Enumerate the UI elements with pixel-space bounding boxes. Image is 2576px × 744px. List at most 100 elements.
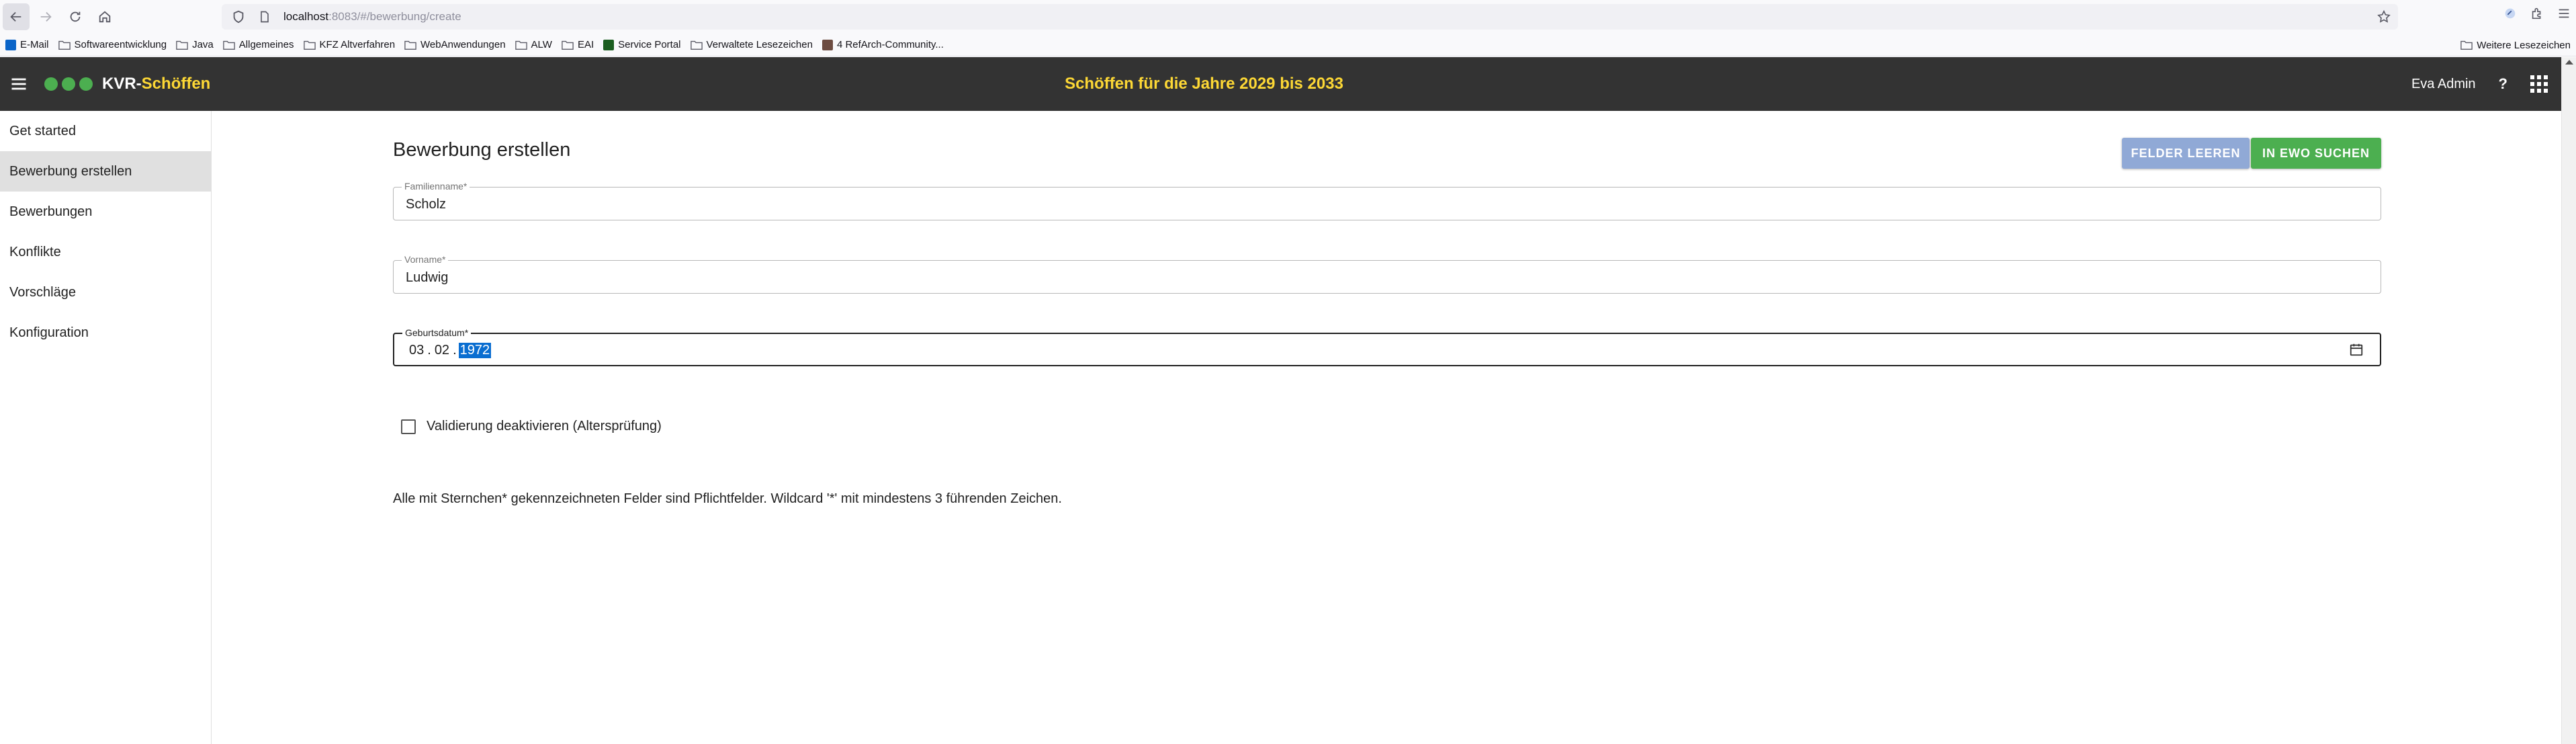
disable-validation-checkbox[interactable] [401, 419, 416, 434]
bookmark-label: Service Portal [618, 39, 681, 50]
disable-validation-option[interactable]: Validierung deaktivieren (Altersprüfung) [401, 419, 662, 434]
forward-button[interactable] [32, 3, 59, 30]
bookmark-label: Softwareentwicklung [74, 39, 167, 50]
bookmark-item[interactable]: Verwaltete Lesezeichen [690, 39, 813, 50]
folder-icon [58, 40, 71, 50]
header-actions: Eva Admin ? [2411, 75, 2548, 93]
bookmarks-bar: E-Mail Softwareentwicklung Java Allgemeines… [0, 34, 2576, 56]
reload-icon [70, 11, 81, 22]
folder-icon [404, 40, 416, 50]
url-path: :8083/#/bewerbung/create [328, 10, 461, 23]
bookmark-item[interactable]: Allgemeines [223, 39, 294, 50]
familienname-field[interactable]: Familienname* Scholz [393, 181, 2381, 220]
bookmark-item[interactable]: Softwareentwicklung [58, 39, 167, 50]
folder-icon [515, 40, 527, 50]
sidebar-item-label: Konfiguration [9, 325, 89, 340]
folder-icon [562, 40, 574, 50]
shield-icon [233, 10, 244, 24]
familienname-label: Familienname* [402, 181, 470, 192]
folder-icon [223, 40, 235, 50]
date-separator: . [453, 343, 457, 358]
bookmark-item[interactable]: E-Mail [5, 39, 49, 50]
extension-icon[interactable] [2502, 5, 2518, 22]
bookmark-item[interactable]: WebAnwendungen [404, 39, 506, 50]
other-bookmarks[interactable]: Weitere Lesezeichen [2460, 34, 2571, 56]
vorname-value: Ludwig [406, 270, 449, 285]
folder-icon [303, 40, 316, 50]
help-button[interactable]: ? [2499, 75, 2507, 93]
bookmark-label: ALW [531, 39, 552, 50]
back-button[interactable] [3, 3, 30, 30]
date-year[interactable]: 1972 [458, 343, 492, 358]
geburtsdatum-field[interactable]: Geburtsdatum* 03 . 02 . 1972 [393, 327, 2381, 366]
vorname-field[interactable]: Vorname* Ludwig [393, 254, 2381, 294]
bookmark-star-icon[interactable] [2377, 9, 2391, 24]
home-icon [99, 11, 111, 23]
bookmark-item[interactable]: 4 RefArch-Community... [821, 39, 944, 50]
bookmark-label: KFZ Altverfahren [319, 39, 396, 50]
bookmark-item[interactable]: KFZ Altverfahren [303, 39, 396, 50]
bookmark-label: EAI [577, 39, 594, 50]
calendar-icon[interactable] [2349, 342, 2364, 357]
sidebar-item-label: Vorschläge [9, 284, 76, 300]
bookmark-label: Verwaltete Lesezeichen [706, 39, 813, 50]
bookmark-item[interactable]: ALW [515, 39, 552, 50]
geburtsdatum-label: Geburtsdatum* [402, 327, 472, 338]
sidebar-item-label: Bewerbung erstellen [9, 163, 132, 179]
arrow-left-icon [10, 11, 21, 22]
main-content: Bewerbung erstellen FELDER LEEREN IN EWO… [393, 111, 2381, 716]
url-host: localhost [283, 10, 329, 23]
page-icon [261, 11, 269, 23]
bookmark-item[interactable]: Service Portal [603, 39, 681, 50]
date-month[interactable]: 02 [435, 343, 449, 358]
search-ewo-button[interactable]: IN EWO SUCHEN [2251, 138, 2381, 169]
sidebar-item-label: Get started [9, 123, 76, 138]
url-bar[interactable]: localhost:8083/#/bewerbung/create [222, 4, 2398, 30]
favicon-icon [821, 39, 833, 50]
date-day[interactable]: 03 [409, 343, 424, 358]
vorname-label: Vorname* [402, 254, 449, 265]
bookmark-item[interactable]: EAI [562, 39, 594, 50]
bookmark-label: Allgemeines [238, 39, 294, 50]
disable-validation-label[interactable]: Validierung deaktivieren (Altersprüfung) [427, 419, 662, 434]
sidebar-item-konflikte[interactable]: Konflikte [0, 232, 211, 272]
sidebar-item-get-started[interactable]: Get started [0, 111, 211, 151]
bookmark-item[interactable]: Java [176, 39, 214, 50]
sidebar-item-bewerbungen[interactable]: Bewerbungen [0, 192, 211, 232]
user-name[interactable]: Eva Admin [2411, 77, 2476, 92]
sidebar-item-label: Bewerbungen [9, 204, 93, 219]
browser-toolbar: localhost:8083/#/bewerbung/create [0, 0, 2576, 34]
apps-grid-icon[interactable] [2530, 75, 2548, 93]
hamburger-menu-icon[interactable] [2556, 5, 2572, 22]
clear-fields-button[interactable]: FELDER LEEREN [2122, 138, 2250, 169]
browser-right-tools [2502, 5, 2572, 22]
sidebar: Get started Bewerbung erstellen Bewerbun… [0, 111, 212, 744]
sidebar-item-vorschlaege[interactable]: Vorschläge [0, 272, 211, 313]
home-button[interactable] [91, 3, 118, 30]
required-fields-hint: Alle mit Sternchen* gekennzeichneten Fel… [393, 491, 1062, 506]
bookmark-label: E-Mail [20, 39, 49, 50]
other-bookmarks-label: Weitere Lesezeichen [2477, 39, 2571, 51]
scroll-up-icon[interactable] [2565, 60, 2573, 65]
date-value[interactable]: 03 . 02 . 1972 [409, 343, 492, 358]
reload-button[interactable] [62, 3, 89, 30]
folder-icon [2460, 40, 2473, 50]
folder-icon [176, 40, 188, 50]
extensions-puzzle-icon[interactable] [2529, 5, 2545, 22]
date-separator: . [427, 343, 431, 358]
familienname-value: Scholz [406, 197, 447, 212]
header-title: Schöffen für die Jahre 2029 bis 2033 [1065, 75, 1343, 93]
url-text[interactable]: localhost:8083/#/bewerbung/create [283, 10, 461, 24]
page-scrollbar[interactable] [2561, 57, 2576, 744]
sidebar-item-konfiguration[interactable]: Konfiguration [0, 313, 211, 353]
arrow-right-icon [40, 11, 52, 22]
page-title: Bewerbung erstellen [393, 139, 571, 161]
bookmark-label: Java [192, 39, 214, 50]
folder-icon [690, 40, 703, 50]
bookmark-label: WebAnwendungen [420, 39, 506, 50]
favicon-icon [5, 39, 16, 50]
bookmark-label: 4 RefArch-Community... [836, 39, 944, 50]
sidebar-item-label: Konflikte [9, 244, 61, 259]
sidebar-item-bewerbung-erstellen[interactable]: Bewerbung erstellen [0, 151, 211, 192]
favicon-icon [603, 39, 615, 50]
